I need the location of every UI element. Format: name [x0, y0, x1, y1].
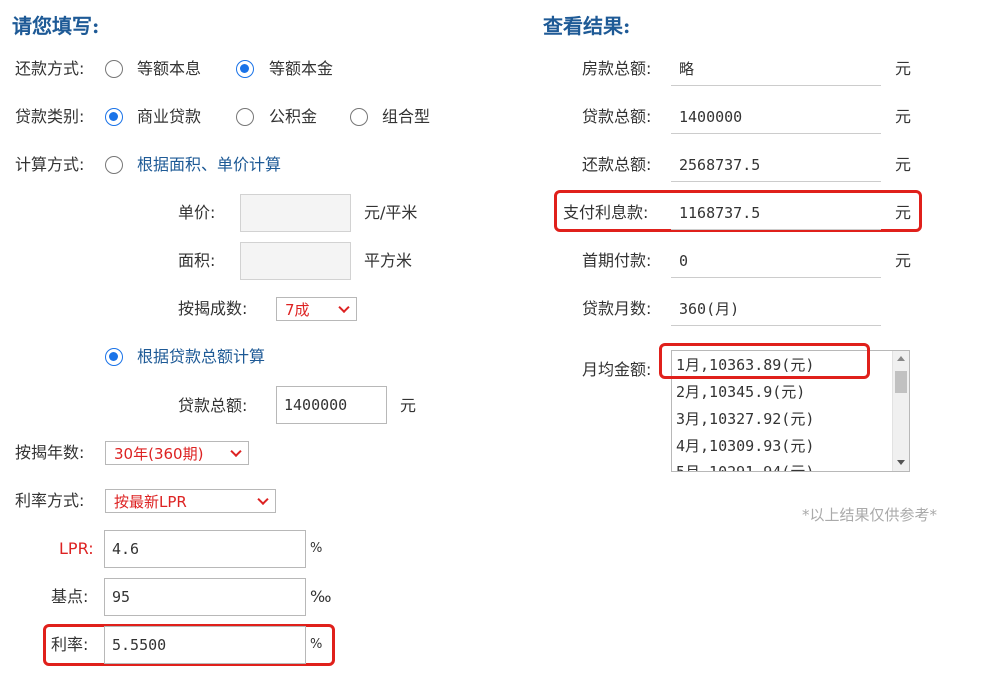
result-heading: 查看结果:: [543, 14, 631, 38]
area-unit: 平方米: [364, 251, 413, 270]
scroll-up-icon[interactable]: [897, 356, 905, 361]
repay-total-value: 2568737.5: [679, 156, 761, 174]
unit-price-label: 单价:: [178, 203, 216, 222]
mortgage-ratio-select[interactable]: 7成: [276, 297, 357, 321]
commercial-label[interactable]: 商业贷款: [137, 107, 201, 127]
repay-total-unit: 元: [895, 155, 912, 174]
list-item[interactable]: 5月,10291.94(元): [676, 463, 814, 471]
loan-months-value: 360(月): [679, 300, 740, 318]
unit-price-unit: 元/平米: [364, 203, 418, 222]
basis-point-unit: ‰: [310, 587, 332, 606]
lpr-unit: %: [310, 541, 323, 556]
radio-equal-installment[interactable]: [105, 60, 123, 78]
radio-equal-principal[interactable]: [236, 60, 254, 78]
mortgage-ratio-value: 7成: [285, 300, 310, 319]
loan-total-unit: 元: [400, 396, 417, 415]
by-area-label[interactable]: 根据面积、单价计算: [137, 155, 281, 175]
list-item[interactable]: 4月,10309.93(元): [676, 437, 814, 455]
by-total-label[interactable]: 根据贷款总额计算: [137, 347, 265, 367]
radio-by-total[interactable]: [105, 348, 123, 366]
loan-total-input[interactable]: 1400000: [276, 386, 387, 424]
house-total-value: 略: [679, 60, 695, 78]
radio-provident-fund[interactable]: [236, 108, 254, 126]
lpr-label: LPR:: [59, 539, 94, 558]
house-total-field: [671, 52, 881, 86]
rate-input[interactable]: 5.5500: [104, 626, 306, 664]
loan-months-label: 贷款月数:: [582, 299, 652, 318]
rate-mode-select[interactable]: 按最新LPR: [105, 489, 276, 513]
basis-point-input[interactable]: 95: [104, 578, 306, 616]
radio-commercial[interactable]: [105, 108, 123, 126]
rate-mode-value: 按最新LPR: [114, 492, 187, 511]
down-payment-value: 0: [679, 252, 689, 270]
calc-method-label: 计算方式:: [15, 155, 85, 174]
area-input[interactable]: [240, 242, 351, 280]
unit-price-input[interactable]: [240, 194, 351, 232]
chevron-down-icon: [338, 301, 350, 314]
interest-value: 1168737.5: [679, 204, 761, 222]
chevron-down-icon: [230, 445, 242, 458]
lpr-input[interactable]: 4.6: [104, 530, 306, 568]
list-item[interactable]: 3月,10327.92(元): [676, 410, 814, 428]
combined-label[interactable]: 组合型: [382, 107, 430, 127]
mortgage-years-label: 按揭年数:: [15, 443, 85, 462]
mortgage-years-select[interactable]: 30年(360期): [105, 441, 249, 465]
first-month-highlight: [659, 343, 870, 379]
equal-installment-label[interactable]: 等额本息: [137, 59, 201, 79]
equal-principal-label[interactable]: 等额本金: [269, 59, 333, 79]
list-scrollbar[interactable]: [892, 351, 909, 471]
provident-fund-label[interactable]: 公积金: [269, 107, 317, 127]
down-payment-label: 首期付款:: [582, 251, 652, 270]
mortgage-years-value: 30年(360期): [114, 444, 204, 463]
list-item[interactable]: 2月,10345.9(元): [676, 383, 805, 401]
house-total-unit: 元: [895, 59, 912, 78]
area-label: 面积:: [178, 251, 216, 270]
radio-combined[interactable]: [350, 108, 368, 126]
rate-label: 利率:: [51, 635, 89, 654]
scroll-down-icon[interactable]: [897, 460, 905, 465]
monthly-label: 月均金额:: [582, 360, 652, 379]
loan-type-label: 贷款类别:: [15, 107, 85, 126]
radio-by-area[interactable]: [105, 156, 123, 174]
rate-unit: %: [310, 637, 323, 652]
loan-amount-value: 1400000: [679, 108, 743, 126]
repay-method-label: 还款方式:: [15, 59, 85, 78]
mortgage-ratio-label: 按揭成数:: [178, 299, 248, 318]
disclaimer-note: *以上结果仅供参考*: [802, 506, 938, 524]
chevron-down-icon: [257, 493, 269, 506]
interest-unit: 元: [895, 203, 912, 222]
form-heading: 请您填写:: [12, 14, 100, 38]
basis-point-label: 基点:: [51, 587, 89, 606]
rate-mode-label: 利率方式:: [15, 491, 85, 510]
loan-amount-unit: 元: [895, 107, 912, 126]
loan-amount-label: 贷款总额:: [582, 107, 652, 126]
scroll-thumb[interactable]: [895, 371, 907, 393]
down-payment-field: [671, 244, 881, 278]
house-total-label: 房款总额:: [582, 59, 652, 78]
loan-total-label: 贷款总额:: [178, 396, 248, 415]
interest-label: 支付利息款:: [563, 203, 649, 222]
repay-total-label: 还款总额:: [582, 155, 652, 174]
down-payment-unit: 元: [895, 251, 912, 270]
